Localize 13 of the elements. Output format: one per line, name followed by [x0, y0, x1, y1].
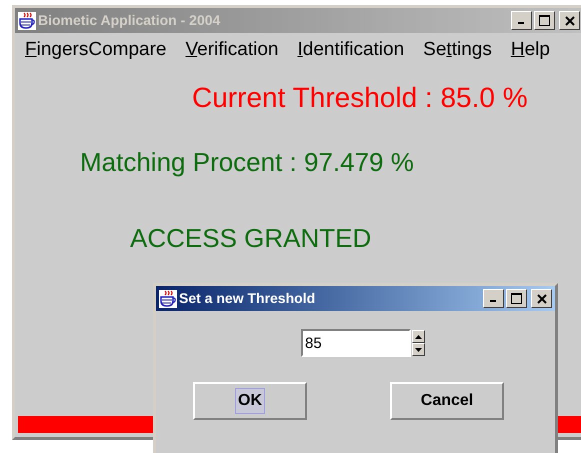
menu-item[interactable]: Settings [423, 36, 492, 64]
access-status-text: ACCESS GRANTED [130, 223, 372, 253]
menu-item[interactable]: Help [510, 36, 550, 64]
window-title: Set a new Threshold [179, 289, 316, 308]
matching-text: Matching Procent : 97.479 % [80, 147, 414, 177]
menu-item[interactable]: Verification [186, 36, 278, 64]
dialog-button[interactable]: Cancel [390, 382, 504, 420]
dialog-button[interactable]: OK [193, 382, 307, 420]
window-title: Biometic Application - 2004 [38, 11, 222, 30]
threshold-spinner-field[interactable]: 85 [301, 329, 411, 357]
menu-item[interactable]: FingersCompare [25, 36, 167, 64]
threshold-text: Current Threshold : 85.0 % [192, 82, 528, 113]
menu-item[interactable]: Identification [297, 36, 404, 64]
